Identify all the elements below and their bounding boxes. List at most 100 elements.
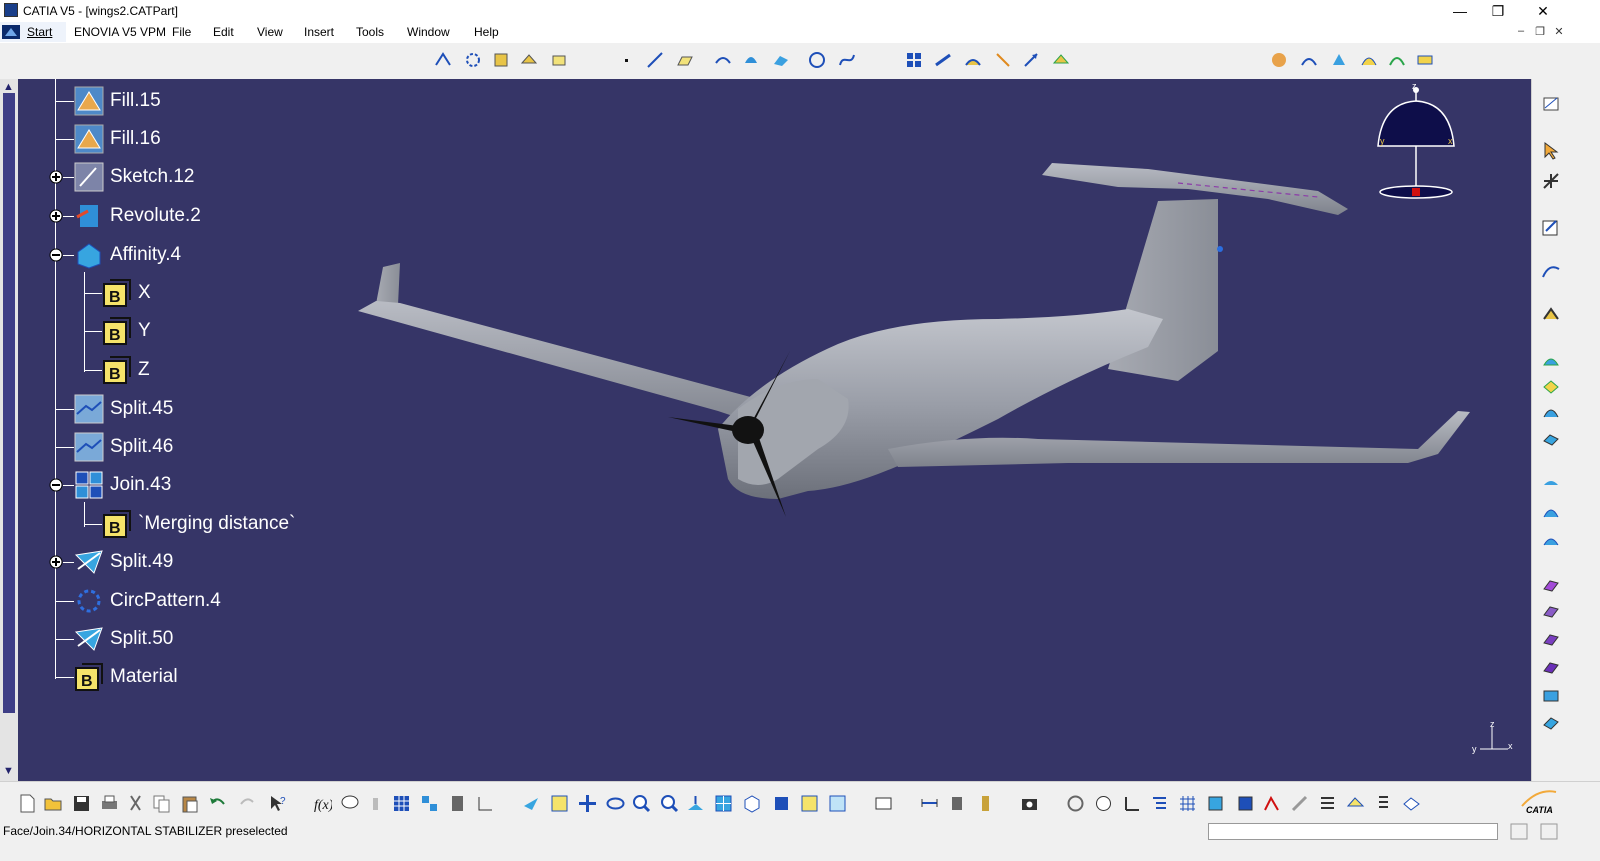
fit-all-icon[interactable] <box>550 794 569 813</box>
close-surface-icon[interactable] <box>1541 601 1561 621</box>
body-icon[interactable] <box>1206 794 1225 813</box>
refresh-icon[interactable] <box>1066 794 1085 813</box>
fly-mode-icon[interactable] <box>522 794 541 813</box>
tree-item-split-50[interactable]: Split.50 <box>18 622 318 656</box>
formula-icon[interactable]: f(x) <box>313 794 332 813</box>
list-icon[interactable] <box>1374 794 1393 813</box>
globe-icon[interactable] <box>1094 794 1113 813</box>
hierarchy-icon[interactable] <box>1150 794 1169 813</box>
iso-view-icon[interactable] <box>742 794 761 813</box>
start-logo-icon[interactable] <box>2 25 20 39</box>
revolve-icon[interactable] <box>742 51 760 69</box>
update-icon[interactable] <box>874 794 893 813</box>
cut-icon[interactable] <box>126 794 145 813</box>
extrude-icon[interactable] <box>714 51 732 69</box>
collapse-minus-icon[interactable] <box>49 248 63 262</box>
menu-file[interactable]: File <box>172 25 191 39</box>
multi-view-icon[interactable] <box>714 794 733 813</box>
circle-icon[interactable] <box>808 51 826 69</box>
pan-icon[interactable] <box>578 794 597 813</box>
trim-icon[interactable] <box>964 51 982 69</box>
menu-tools[interactable]: Tools <box>356 25 384 39</box>
ordered-set-icon[interactable] <box>1318 794 1337 813</box>
save-icon[interactable] <box>72 794 91 813</box>
whats-this-icon[interactable]: ? <box>268 794 287 813</box>
join-icon[interactable] <box>905 51 923 69</box>
doc-minimize-button[interactable]: – <box>1514 25 1528 37</box>
scroll-up-icon[interactable]: ▲ <box>3 81 14 93</box>
snap-icon[interactable] <box>1541 171 1561 191</box>
volume-icon[interactable] <box>1541 713 1561 733</box>
tree-item-sketch-12[interactable]: Sketch.12 <box>18 160 318 194</box>
solid-icon[interactable] <box>1541 685 1561 705</box>
command-list-icon[interactable] <box>1510 823 1528 840</box>
design-table-icon[interactable] <box>392 794 411 813</box>
menu-insert[interactable]: Insert <box>304 25 334 39</box>
expand-plus-icon[interactable] <box>49 170 63 184</box>
tree-item-fill-15[interactable]: Fill.15 <box>18 84 318 118</box>
bottle-icon[interactable] <box>976 794 995 813</box>
sketch-analysis-icon[interactable] <box>1262 794 1281 813</box>
tree-item-affinity-4[interactable]: Affinity.4 <box>18 238 318 272</box>
sketch-edit-icon[interactable] <box>1541 217 1561 237</box>
tree-item-merging-distance[interactable]: B `Merging distance` <box>18 507 338 541</box>
translate-icon[interactable] <box>1022 51 1040 69</box>
shape-fillet-icon[interactable] <box>1541 501 1561 521</box>
fillet-icon[interactable] <box>550 51 568 69</box>
new-file-icon[interactable] <box>18 794 37 813</box>
dimension-icon[interactable] <box>920 794 939 813</box>
spline-icon[interactable] <box>838 51 856 69</box>
multisection-icon[interactable] <box>1541 377 1561 397</box>
catalog-icon[interactable] <box>420 794 439 813</box>
extrapolate-icon[interactable] <box>434 51 452 69</box>
tessellation-icon[interactable] <box>1541 475 1561 495</box>
tree-item-parameter-x[interactable]: B X <box>18 276 318 310</box>
paste-icon[interactable] <box>180 794 199 813</box>
multi-extract-icon[interactable] <box>520 51 538 69</box>
tree-item-split-49[interactable]: Split.49 <box>18 545 318 579</box>
copy-icon[interactable] <box>152 794 171 813</box>
thick-surface-icon[interactable] <box>1541 575 1561 595</box>
boundary-icon[interactable] <box>464 51 482 69</box>
scan-icon[interactable] <box>1346 794 1365 813</box>
axis-system-icon[interactable] <box>1122 794 1141 813</box>
normal-view-icon[interactable] <box>686 794 705 813</box>
connect-checker-icon[interactable] <box>1388 51 1406 69</box>
redo-icon[interactable] <box>238 794 257 813</box>
undo-icon[interactable] <box>208 794 227 813</box>
apply-material-icon[interactable] <box>1270 51 1288 69</box>
part-icon[interactable] <box>1236 794 1255 813</box>
tree-item-circpattern-4[interactable]: CircPattern.4 <box>18 584 318 618</box>
tree-item-revolute-2[interactable]: Revolute.2 <box>18 199 318 233</box>
menu-enovia[interactable]: ENOVIA V5 VPM <box>74 25 166 39</box>
tree-item-split-45[interactable]: Split.45 <box>18 392 318 426</box>
doc-restore-button[interactable]: ❐ <box>1533 25 1547 38</box>
menu-view[interactable]: View <box>257 25 283 39</box>
offset-icon[interactable] <box>1541 429 1561 449</box>
sew-surface-icon[interactable] <box>1541 629 1561 649</box>
split-icon[interactable] <box>934 51 952 69</box>
3d-viewport[interactable]: Fill.15 Fill.16 Sketch.12 Revolute.2 Aff… <box>18 79 1531 781</box>
hide-show-icon[interactable] <box>800 794 819 813</box>
blend-icon[interactable] <box>1541 403 1561 423</box>
select-arrow-icon[interactable] <box>1541 141 1561 161</box>
expand-plus-icon[interactable] <box>49 209 63 223</box>
shading-icon[interactable] <box>772 794 791 813</box>
menu-start[interactable]: Start <box>27 25 52 39</box>
menu-help[interactable]: Help <box>474 25 499 39</box>
command-input[interactable] <box>1208 823 1498 840</box>
analysis-icon[interactable] <box>1300 51 1318 69</box>
menu-edit[interactable]: Edit <box>213 25 234 39</box>
scrollbar-thumb[interactable] <box>3 93 15 713</box>
tree-scrollbar[interactable]: ▲ ▼ <box>0 79 18 781</box>
transform-icon[interactable] <box>1052 51 1070 69</box>
expand-plus-icon[interactable] <box>49 555 63 569</box>
measure-icon[interactable] <box>448 794 467 813</box>
tree-item-parameter-z[interactable]: B Z <box>18 353 318 387</box>
curvature-icon[interactable] <box>1360 51 1378 69</box>
tree-item-split-46[interactable]: Split.46 <box>18 430 318 464</box>
geometrical-set-toggle-icon[interactable] <box>1402 794 1421 813</box>
close-button[interactable]: ✕ <box>1520 0 1566 22</box>
edge-fillet-icon[interactable] <box>1541 529 1561 549</box>
menu-window[interactable]: Window <box>407 25 450 39</box>
